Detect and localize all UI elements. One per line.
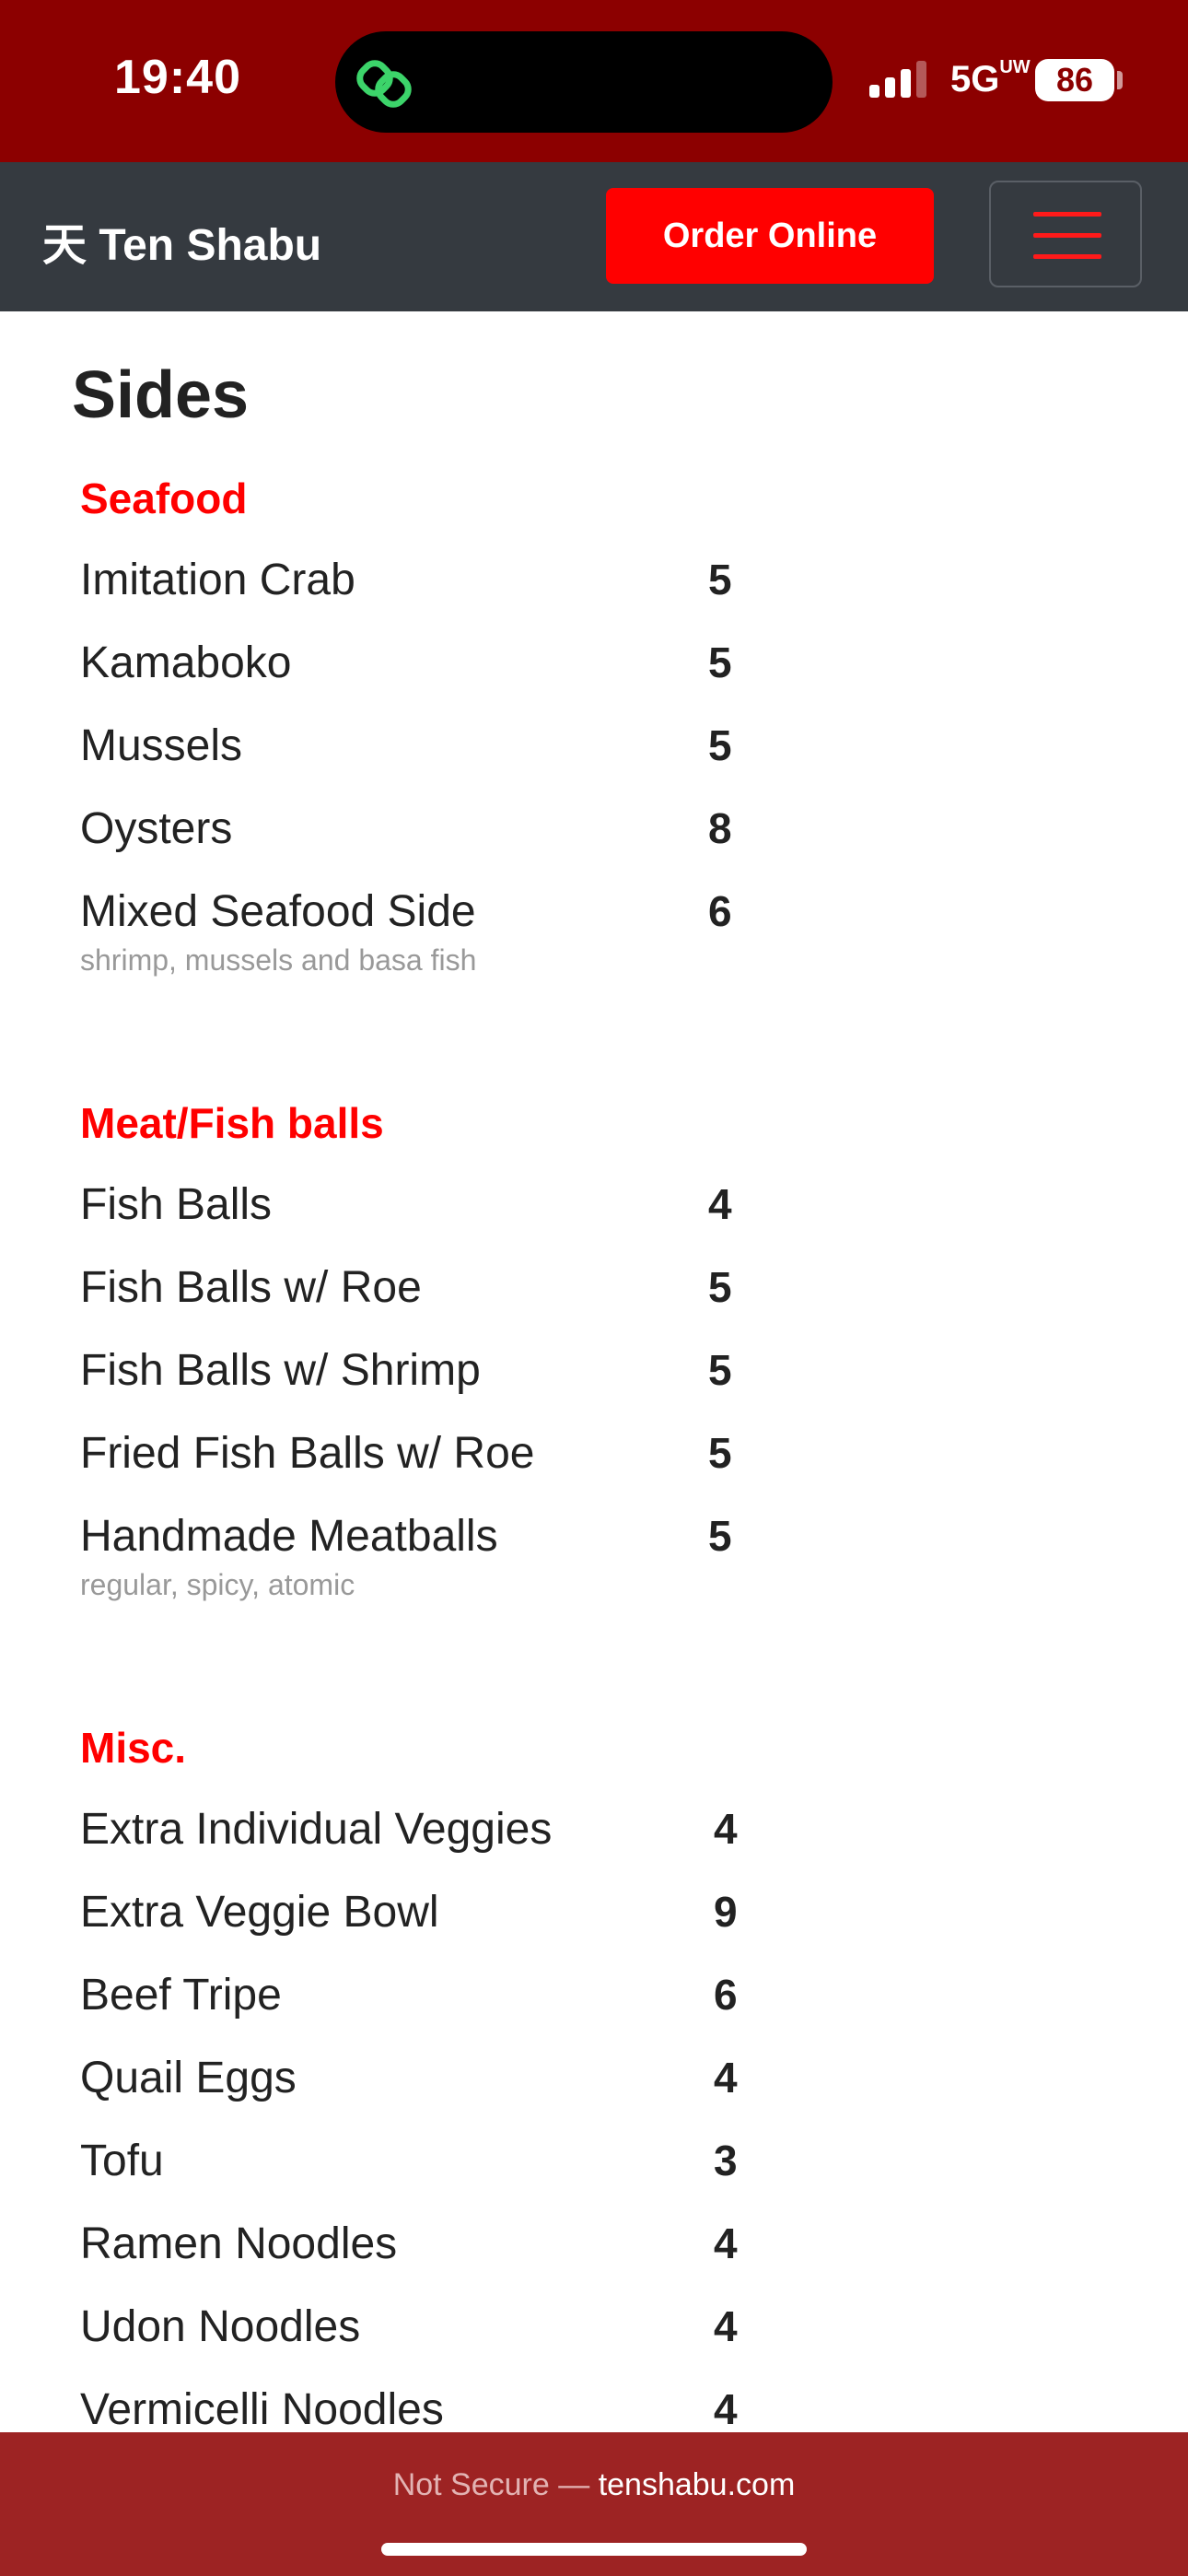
item-price: 4 <box>714 2385 738 2433</box>
menu-item: Fried Fish Balls w/ Roe 5 <box>80 1428 743 1511</box>
item-name: Kamaboko <box>80 638 292 687</box>
order-online-button[interactable]: Order Online <box>606 188 934 284</box>
item-name: Fish Balls w/ Roe <box>80 1263 422 1312</box>
status-bar: 19:40 5GUW 86 <box>0 0 1188 162</box>
battery-tip <box>1117 71 1123 89</box>
menu-item: Tofu 3 <box>80 2136 743 2219</box>
menu-item: Oysters 8 <box>80 803 743 886</box>
item-name: Ramen Noodles <box>80 2219 398 2268</box>
item-price: 4 <box>714 2219 738 2267</box>
item-price: 6 <box>708 887 732 935</box>
navbar: 天 Ten Shabu Order Online <box>0 162 1188 311</box>
menu-item: Mussels 5 <box>80 720 743 803</box>
item-price: 4 <box>714 2054 738 2102</box>
item-name: Extra Veggie Bowl <box>80 1888 439 1937</box>
item-name: Handmade Meatballs <box>80 1512 498 1561</box>
section-title-meat-fish-balls: Meat/Fish balls <box>80 1099 384 1147</box>
item-price: 5 <box>708 1346 732 1394</box>
item-price: 5 <box>708 721 732 769</box>
item-price: 4 <box>714 2302 738 2350</box>
menu-item: Udon Noodles 4 <box>80 2301 743 2384</box>
menu-item: Kamaboko 5 <box>80 638 743 720</box>
menu-item: Imitation Crab 5 <box>80 555 743 638</box>
clock: 19:40 <box>114 51 241 104</box>
item-price: 8 <box>708 804 732 852</box>
item-price: 4 <box>714 1805 738 1853</box>
section-title-seafood: Seafood <box>80 474 248 522</box>
page-title: Sides <box>72 358 250 432</box>
item-name: Oysters <box>80 804 233 853</box>
item-price: 6 <box>714 1971 738 2019</box>
item-name: Beef Tripe <box>80 1971 282 2020</box>
item-name: Extra Individual Veggies <box>80 1805 553 1854</box>
menu-item: Ramen Noodles 4 <box>80 2219 743 2301</box>
item-name: Imitation Crab <box>80 556 355 604</box>
item-name: Fish Balls w/ Shrimp <box>80 1346 481 1395</box>
url-display[interactable]: Not Secure — tenshabu.com <box>0 2467 1188 2503</box>
item-name: Tofu <box>80 2137 164 2185</box>
item-price: 5 <box>708 1512 732 1560</box>
menu-item: Extra Veggie Bowl 9 <box>80 1887 743 1970</box>
menu-item: Beef Tripe 6 <box>80 1970 743 2053</box>
item-price: 5 <box>708 1429 732 1477</box>
menu-item: Quail Eggs 4 <box>80 2053 743 2136</box>
home-indicator[interactable] <box>381 2543 807 2556</box>
item-description: regular, spicy, atomic <box>80 1568 355 1601</box>
menu-item: Handmade Meatballs 5 regular, spicy, ato… <box>80 1511 743 1601</box>
network-indicator: 5GUW <box>950 57 1031 100</box>
item-name: Mussels <box>80 721 243 770</box>
menu-item: Fish Balls w/ Roe 5 <box>80 1262 743 1345</box>
item-price: 3 <box>714 2137 738 2184</box>
item-name: Fish Balls <box>80 1180 273 1229</box>
item-price: 5 <box>708 1263 732 1311</box>
dynamic-island <box>335 31 833 133</box>
item-description: shrimp, mussels and basa fish <box>80 943 477 977</box>
item-name: Udon Noodles <box>80 2302 361 2351</box>
url-domain: tenshabu.com <box>598 2467 796 2502</box>
menu-toggle-button[interactable] <box>989 181 1142 287</box>
menu-item: Fish Balls w/ Shrimp 5 <box>80 1345 743 1428</box>
item-name: Quail Eggs <box>80 2054 297 2102</box>
item-name: Vermicelli Noodles <box>80 2385 444 2434</box>
security-label: Not Secure — <box>392 2467 599 2502</box>
item-price: 5 <box>708 556 732 603</box>
menu-item: Fish Balls 4 <box>80 1179 743 1262</box>
menu-item: Extra Individual Veggies 4 <box>80 1804 743 1887</box>
item-price: 9 <box>714 1888 738 1936</box>
brand-logo[interactable]: 天 Ten Shabu <box>42 208 321 273</box>
browser-address-bar[interactable]: Not Secure — tenshabu.com <box>0 2432 1188 2576</box>
item-name: Mixed Seafood Side <box>80 887 476 936</box>
link-icon <box>356 60 412 108</box>
item-price: 4 <box>708 1180 732 1228</box>
section-title-misc: Misc. <box>80 1724 187 1772</box>
battery-icon: 86 <box>1035 59 1114 101</box>
signal-icon <box>869 61 932 98</box>
menu-item: Mixed Seafood Side 6 shrimp, mussels and… <box>80 886 743 977</box>
item-price: 5 <box>708 638 732 686</box>
item-name: Fried Fish Balls w/ Roe <box>80 1429 535 1478</box>
